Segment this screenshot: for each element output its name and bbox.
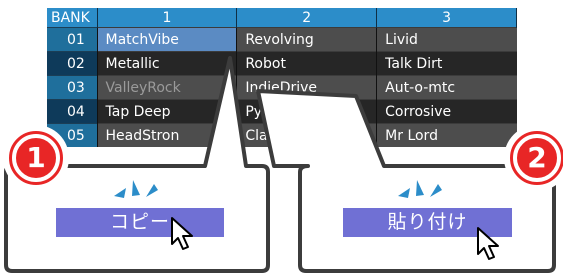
step-1-badge: 1 bbox=[4, 126, 68, 190]
click-sparkle-icon bbox=[398, 180, 442, 198]
step-1-number: 1 bbox=[12, 134, 60, 182]
mouse-cursor-icon bbox=[171, 217, 193, 250]
step-2-number: 2 bbox=[513, 134, 561, 182]
click-sparkle-icon bbox=[114, 180, 158, 198]
copy-menu-item[interactable]: コピー bbox=[56, 208, 224, 237]
step-2-badge: 2 bbox=[505, 126, 563, 190]
mouse-cursor-icon bbox=[477, 227, 499, 260]
